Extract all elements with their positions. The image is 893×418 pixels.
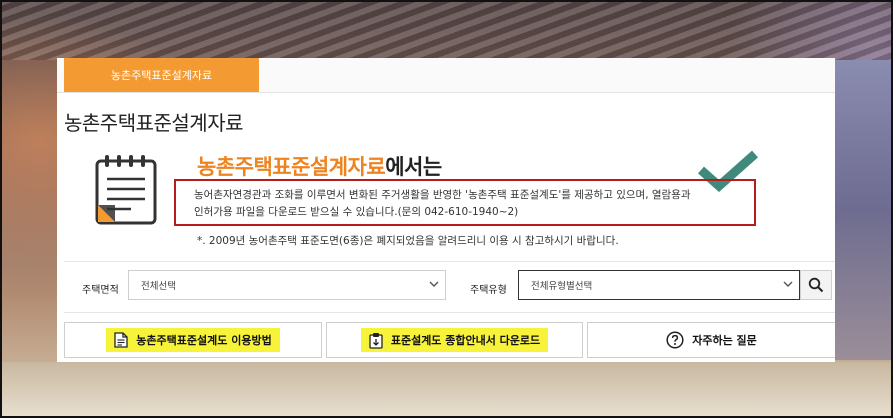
usage-guide-highlight: 농촌주택표준설계도 이용방법 [106, 328, 280, 352]
tab-standard-design[interactable]: 농촌주택표준설계자료 [64, 58, 259, 92]
search-button[interactable] [800, 270, 832, 300]
type-select[interactable]: 전체유형별선택 [518, 270, 800, 300]
faq-label: 자주하는 질문 [692, 334, 757, 347]
background-roof [0, 0, 893, 60]
notepad-document-icon [95, 155, 157, 225]
abolition-notice: *. 2009년 농어촌주택 표준도면(6종)은 폐지되었음을 알려드리니 이용… [197, 235, 619, 247]
tab-strip: 농촌주택표준설계자료 [57, 58, 835, 93]
area-filter-label: 주택면적 [82, 285, 119, 296]
tab-label: 농촌주택표준설계자료 [110, 69, 213, 82]
background-ground [0, 362, 893, 418]
download-guide-button[interactable]: 표준설계도 종합안내서 다운로드 [326, 322, 583, 358]
download-guide-label: 표준설계도 종합안내서 다운로드 [390, 334, 541, 347]
chevron-down-icon [429, 281, 439, 287]
type-select-value: 전체유형별선택 [531, 281, 593, 292]
background-figure [835, 60, 893, 360]
headline-suffix: 에서는 [385, 155, 442, 179]
chevron-down-icon [783, 281, 793, 287]
intro-headline: 농촌주택표준설계자료에서는 [197, 151, 442, 181]
description-line-1: 농어촌자연경관과 조화를 이루면서 변화된 주거생활을 반영한 '농촌주택 표준… [194, 189, 691, 201]
description-box: 농어촌자연경관과 조화를 이루면서 변화된 주거생활을 반영한 '농촌주택 표준… [174, 179, 756, 226]
clipboard-icon [369, 332, 383, 349]
usage-guide-button[interactable]: 농촌주택표준설계도 이용방법 [64, 322, 322, 358]
description-line-2: 인허가용 파일을 다운로드 받으실 수 있습니다.(문의 042-610-194… [194, 206, 519, 218]
page-title: 농촌주택표준설계자료 [64, 111, 244, 135]
document-icon [114, 332, 128, 348]
content-panel: 농촌주택표준설계자료 농촌주택표준설계자료 농촌주택표준설계자료에서는 농어촌자… [57, 58, 835, 362]
usage-guide-label: 농촌주택표준설계도 이용방법 [136, 334, 272, 347]
headline-highlight: 농촌주택표준설계자료 [197, 155, 386, 179]
question-circle-icon [666, 331, 684, 349]
area-select[interactable]: 전체선택 [128, 270, 446, 300]
faq-inner: 자주하는 질문 [658, 328, 765, 352]
download-guide-highlight: 표준설계도 종합안내서 다운로드 [360, 328, 549, 352]
faq-button[interactable]: 자주하는 질문 [587, 322, 835, 358]
filter-row: 주택면적 전체선택 주택유형 전체유형별선택 [64, 261, 835, 313]
type-filter-label: 주택유형 [470, 285, 507, 296]
area-select-value: 전체선택 [141, 281, 176, 292]
magnifier-icon [808, 277, 824, 293]
